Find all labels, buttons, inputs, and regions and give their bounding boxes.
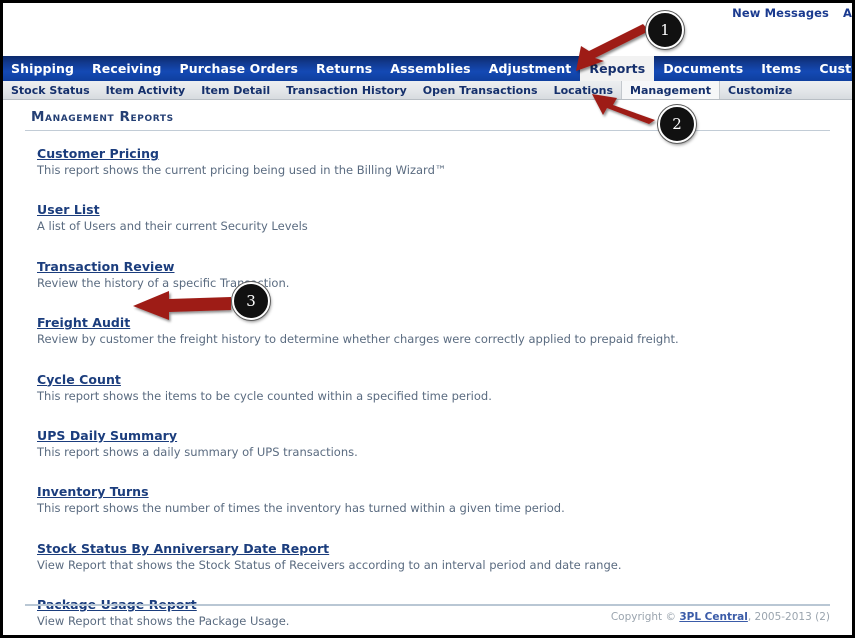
callout-arrow-2 bbox=[592, 94, 655, 124]
application-page: New Messages A Shipping Receiving Purcha… bbox=[0, 0, 855, 638]
annotation-arrows-layer bbox=[133, 24, 655, 320]
callout-marker-3: 3 bbox=[232, 282, 270, 320]
callout-arrow-1 bbox=[576, 24, 649, 71]
callout-marker-2: 2 bbox=[658, 105, 696, 143]
callout-arrow-3 bbox=[133, 291, 231, 320]
callout-marker-1: 1 bbox=[646, 11, 684, 49]
